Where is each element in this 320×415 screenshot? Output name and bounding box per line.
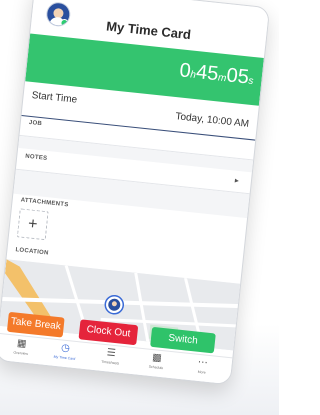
chevron-right-icon[interactable]: ▸ xyxy=(234,176,239,185)
start-time-value: Today, 10:00 AM xyxy=(174,111,250,130)
job-notes-separator xyxy=(18,135,254,173)
stage: My Time Card 0h45m05s Start Time Today, … xyxy=(0,0,279,415)
attachments-label: ATTACHMENTS xyxy=(20,197,69,209)
tab-my-time-card[interactable]: ◷ My Time Card xyxy=(44,341,86,362)
tab-more[interactable]: ⋯ More xyxy=(182,355,224,376)
elapsed-timer: 0h45m05s xyxy=(178,59,255,90)
timer-seconds: 05 xyxy=(225,64,250,89)
job-label: JOB xyxy=(28,119,43,128)
tab-schedule[interactable]: ▩ Schedule xyxy=(136,350,178,371)
notes-attachments-separator xyxy=(13,169,250,219)
timer-minutes: 45 xyxy=(195,61,220,86)
tab-timesheets[interactable]: ☰ Timesheets xyxy=(90,346,132,367)
tab-overview[interactable]: ▦ Overview xyxy=(1,336,43,357)
start-time-label: Start Time xyxy=(31,90,78,106)
add-attachment-button[interactable]: + xyxy=(16,208,49,241)
notes-label: NOTES xyxy=(24,153,48,162)
location-label: LOCATION xyxy=(15,247,49,257)
timer-seconds-unit: s xyxy=(247,75,254,88)
phone-screen: My Time Card 0h45m05s Start Time Today, … xyxy=(0,0,271,386)
